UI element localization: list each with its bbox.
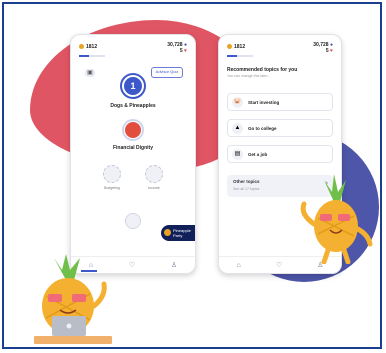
- current-lesson-node[interactable]: 1: [124, 77, 142, 95]
- currency-stack: 30,728 ● 5 ♥: [313, 42, 333, 54]
- illustration-frame: 1812 30,728 ● 5 ♥ ▣ Advisor Quiz 1 Dogs …: [2, 2, 382, 349]
- heart-nav-icon[interactable]: ♡: [129, 261, 135, 269]
- pineapple-mascot-laptop: [34, 254, 112, 344]
- coin-icon: [79, 44, 84, 50]
- locked-lesson-node[interactable]: [125, 213, 141, 229]
- coin-icon: [227, 44, 232, 50]
- heart-counter: 5 ♥: [325, 48, 333, 54]
- lesson-title-financial: Financial Dignity: [112, 145, 153, 151]
- advisor-badge[interactable]: Advisor Quiz: [151, 67, 183, 78]
- pineapple-icon: [164, 229, 171, 236]
- profile-icon[interactable]: ♙: [171, 261, 177, 269]
- topics-subheading: You can change this later...: [227, 74, 271, 78]
- topic-start-investing[interactable]: 🐷 Start investing: [227, 93, 333, 111]
- topic-go-to-college[interactable]: ▲ Go to college: [227, 119, 333, 137]
- progress-bar: [79, 55, 105, 57]
- heart-nav-icon[interactable]: ♡: [276, 261, 282, 269]
- status-bar: 1812 30,728 ● 5 ♥: [225, 42, 335, 54]
- heart-icon: ♥: [184, 48, 187, 54]
- lesson-title-dogs: Dogs & Pineapples: [110, 103, 156, 109]
- chest-icon[interactable]: ▣: [85, 69, 95, 77]
- home-icon[interactable]: ⌂: [237, 262, 241, 269]
- briefcase-icon: ▤: [232, 149, 243, 160]
- pineapple-mascot-right: [300, 174, 373, 264]
- phone-learning-path: 1812 30,728 ● 5 ♥ ▣ Advisor Quiz 1 Dogs …: [70, 34, 196, 274]
- piggy-bank-icon: 🐷: [232, 97, 243, 108]
- coin-counter: 1812: [227, 44, 245, 50]
- heart-icon: ♥: [330, 48, 333, 54]
- financial-lesson-node[interactable]: [125, 122, 141, 138]
- progress-bar: [227, 55, 253, 57]
- budgeting-node[interactable]: [103, 165, 121, 183]
- currency-stack: 30,728 ● 5 ♥: [167, 42, 187, 54]
- pineapple-party-tooltip[interactable]: Pineapple Party: [161, 225, 195, 241]
- heart-counter: 5 ♥: [179, 48, 187, 54]
- budgeting-label: Budgeting: [104, 186, 120, 190]
- income-label: Income: [148, 186, 160, 190]
- status-bar: 1812 30,728 ● 5 ♥: [77, 42, 189, 54]
- topics-heading: Recommended topics for you: [227, 67, 298, 73]
- income-node[interactable]: [145, 165, 163, 183]
- coin-counter: 1812: [79, 44, 97, 50]
- topic-get-a-job[interactable]: ▤ Get a job: [227, 145, 333, 163]
- graduation-cap-icon: ▲: [232, 123, 243, 134]
